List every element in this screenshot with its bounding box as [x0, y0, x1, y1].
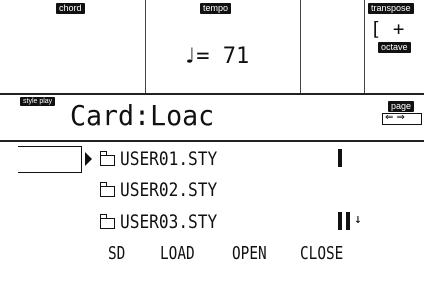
page-arrows: ⇐ ⇒ [385, 112, 405, 123]
tempo-tag: tempo [200, 3, 232, 14]
file-name: USER01.STY [120, 148, 218, 170]
open-button[interactable]: OPEN [232, 243, 267, 264]
tempo-value: ♩= 71 [183, 44, 250, 69]
scroll-down-icon[interactable]: ↓ [354, 212, 362, 227]
file-name: USER03.STY [120, 211, 218, 233]
octave-tag: octave [378, 42, 411, 53]
file-name: USER02.STY [120, 179, 218, 201]
scrollbar-mark [338, 212, 342, 230]
tempo-cell[interactable]: tempo ♩= 71 [145, 0, 301, 93]
top-status-bar: chord tempo ♩= 71 transpose [ + octave [0, 0, 424, 95]
chord-cell[interactable]: chord [0, 0, 146, 93]
scrollbar-mark [346, 212, 350, 230]
page-arrows-box: ⇐ ⇒ [382, 112, 422, 125]
folder-icon [99, 214, 115, 229]
page-title: Card:Loac [70, 99, 215, 132]
folder-icon [99, 151, 115, 166]
selection-cursor-box[interactable] [18, 146, 82, 173]
page-button[interactable]: page ⇐ ⇒ [382, 101, 422, 135]
lcd-screen: chord tempo ♩= 71 transpose [ + octave s… [0, 0, 424, 290]
transpose-cell[interactable]: transpose [ + octave [364, 0, 424, 93]
empty-cell [300, 0, 365, 93]
page-tag: page [388, 101, 415, 112]
transpose-value: [ + [370, 18, 405, 40]
selection-arrow-icon [85, 152, 92, 166]
load-button[interactable]: LOAD [160, 243, 195, 264]
transpose-tag: transpose [368, 3, 414, 14]
chord-tag: chord [56, 3, 85, 14]
sd-button[interactable]: SD [108, 243, 125, 264]
scrollbar-thumb[interactable] [338, 149, 342, 167]
folder-icon [99, 182, 115, 197]
style-play-tag: style play [20, 97, 56, 106]
close-button[interactable]: CLOSE [300, 243, 343, 264]
page-header: style play Card:Loac page ⇐ ⇒ [0, 95, 424, 142]
